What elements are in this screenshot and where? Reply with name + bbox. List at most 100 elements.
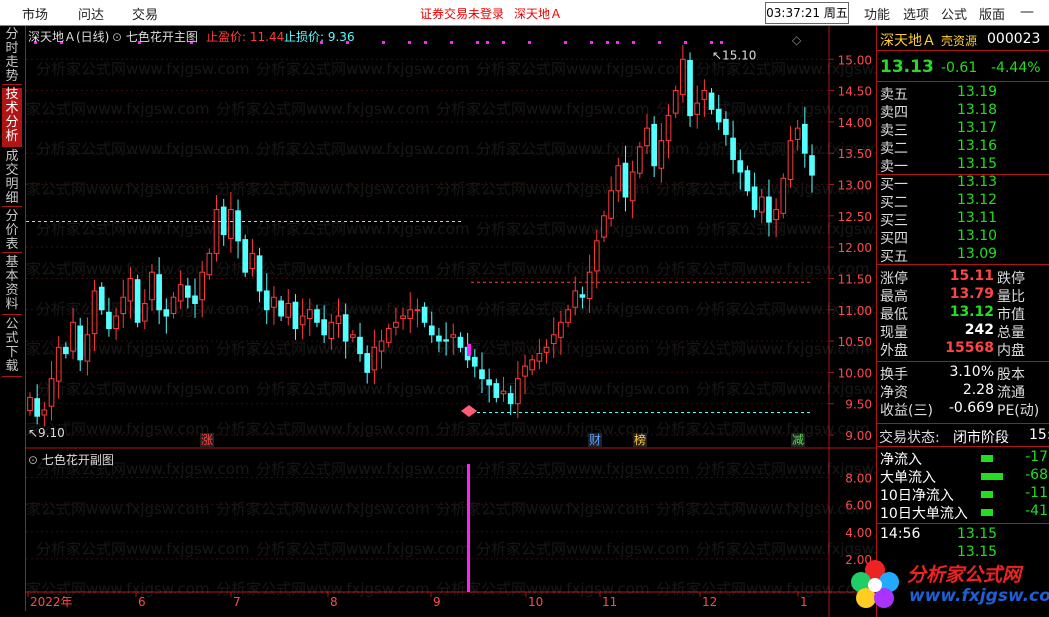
stat-label: 现量 [880, 325, 908, 341]
signal-dot [476, 41, 479, 44]
tab-price-table[interactable]: 分价表 [2, 210, 22, 253]
bid-price: 13.12 [957, 192, 998, 208]
watermark-text: 分析家公式网www.fxjgsw.com [216, 340, 430, 358]
tab-technical[interactable]: 技术分析 [2, 88, 22, 147]
candle-body [572, 290, 579, 308]
watermark-text: 分析家公式网www.fxjgsw.com [36, 60, 250, 78]
stat-label-2: 总量 [997, 325, 1025, 341]
signal-dot [632, 41, 635, 44]
stat-label-2: 股本 [997, 367, 1025, 383]
candle-body [608, 190, 614, 219]
login-notice[interactable]: 证券交易未登录 [420, 5, 504, 22]
menu-function[interactable]: 功能 [864, 4, 890, 23]
price-tick-label: 9.00 [845, 429, 872, 443]
candle-body [507, 393, 514, 405]
stat-label-2: PE(动) [997, 403, 1040, 419]
candle-body [249, 252, 256, 269]
price-tick-label: 10.00 [838, 366, 872, 380]
signal-dot [424, 41, 427, 44]
x-tick-label: 12 [702, 595, 717, 609]
candle-body [450, 334, 457, 338]
stat-label-2: 流通 [997, 385, 1025, 401]
tab-fundamentals[interactable]: 基本资料 [2, 256, 22, 315]
candle-body [787, 140, 794, 180]
price-tick-label: 13.50 [838, 147, 872, 161]
price-tick-label: 15.00 [838, 53, 872, 67]
sub-indicator-name[interactable]: ⊙ 七色花开副图 [28, 451, 114, 468]
candle-body [471, 356, 478, 367]
price-tick-label: 13.00 [838, 179, 872, 193]
candle-body [120, 296, 127, 315]
minimize-icon[interactable]: — [1018, 3, 1036, 21]
watermark-text: 分析家公式网www.fxjgsw.com [36, 540, 250, 558]
bid-price: 13.13 [957, 174, 998, 190]
indicator-name[interactable]: ⊙ 七色花开主图 [112, 28, 198, 45]
flow-bar [981, 491, 993, 498]
watermark-text: 分析家公式网www.fxjgsw.com [216, 580, 430, 598]
candle-body [500, 390, 507, 395]
candle-body [414, 309, 421, 312]
watermark-text: 分析家公式网www.fxjgsw.com [256, 380, 470, 398]
menu-market[interactable]: 市场 [22, 4, 48, 23]
bid-label: 买四 [880, 231, 908, 247]
signal-dot [616, 41, 619, 44]
ask-label: 卖一 [880, 159, 908, 175]
trade-status: 闭市阶段 [953, 430, 1009, 446]
candle-body [127, 277, 134, 302]
watermark-text: 分析家公式网www.fxjgsw.com [256, 140, 470, 158]
watermark-text: 分析家公式网www.fxjgsw.com [476, 60, 690, 78]
menu-formula[interactable]: 公式 [941, 4, 967, 23]
menu-layout[interactable]: 版面 [979, 4, 1005, 23]
ask-price: 13.16 [957, 138, 998, 154]
candle-body [206, 252, 213, 276]
event-label: 财 [589, 433, 601, 447]
dropdown-icon[interactable]: ⊙ [28, 453, 38, 467]
menu-options[interactable]: 选项 [903, 4, 929, 23]
sub-tick-label: 6.00 [845, 499, 872, 513]
candle-body [400, 315, 406, 320]
stat-value: 242 [964, 322, 994, 338]
candle-body [636, 146, 643, 174]
candle-body [801, 123, 808, 154]
candle-body [809, 155, 815, 176]
candle-body [536, 353, 543, 362]
candle-body [271, 296, 277, 308]
kline-chart[interactable]: 分析家公式网www.fxjgsw.com 分析家公式网www.fxjgsw.com… [26, 26, 876, 617]
candle-body [141, 302, 148, 322]
candle-body [48, 378, 55, 407]
tick-time: 14:56 [880, 526, 921, 542]
ask-price: 13.18 [957, 102, 998, 118]
candle-body [586, 271, 593, 299]
stat-label-2: 市值 [997, 307, 1025, 323]
candle-body [134, 279, 141, 323]
candle-body [113, 315, 119, 330]
tab-trades[interactable]: 成交明细 [2, 150, 22, 207]
dropdown-icon[interactable]: ⊙ [112, 30, 122, 44]
watermark-text: 分析家公式网www.fxjgsw.com [216, 500, 430, 518]
tab-intraday[interactable]: 分时走势 [2, 28, 22, 85]
watermark-text: 分析家公式网www.fxjgsw.com [256, 460, 470, 478]
signal-dot [486, 41, 489, 44]
bid-price: 13.10 [957, 228, 998, 244]
candle-body [744, 170, 751, 192]
flow-label: 净流入 [880, 452, 922, 468]
high-marker: ↖15.10 [712, 48, 756, 62]
flow-value: -11 [1025, 485, 1048, 501]
candle-body [278, 300, 284, 317]
signal-dot [684, 41, 687, 44]
tab-formula-download[interactable]: 公式下载 [2, 318, 22, 377]
menu-wenda[interactable]: 问达 [78, 4, 104, 23]
candle-body [242, 239, 249, 273]
watermark-text: 分析家公式网www.fxjgsw.com [26, 500, 210, 518]
flow-label: 10日大单流入 [880, 506, 968, 522]
ask-label: 卖四 [880, 105, 908, 121]
menu-trade[interactable]: 交易 [132, 4, 158, 23]
chart-area[interactable]: 分析家公式网www.fxjgsw.com 分析家公式网www.fxjgsw.com… [26, 26, 876, 617]
signal-dot [450, 41, 453, 44]
event-label: 榜 [634, 432, 646, 447]
price-tick-label: 10.50 [838, 335, 872, 349]
candle-body [378, 340, 385, 352]
ask-price: 13.17 [957, 120, 998, 136]
price-tick-label: 14.00 [838, 116, 872, 130]
chart-title: 深天地Ａ(日线) [28, 30, 110, 44]
